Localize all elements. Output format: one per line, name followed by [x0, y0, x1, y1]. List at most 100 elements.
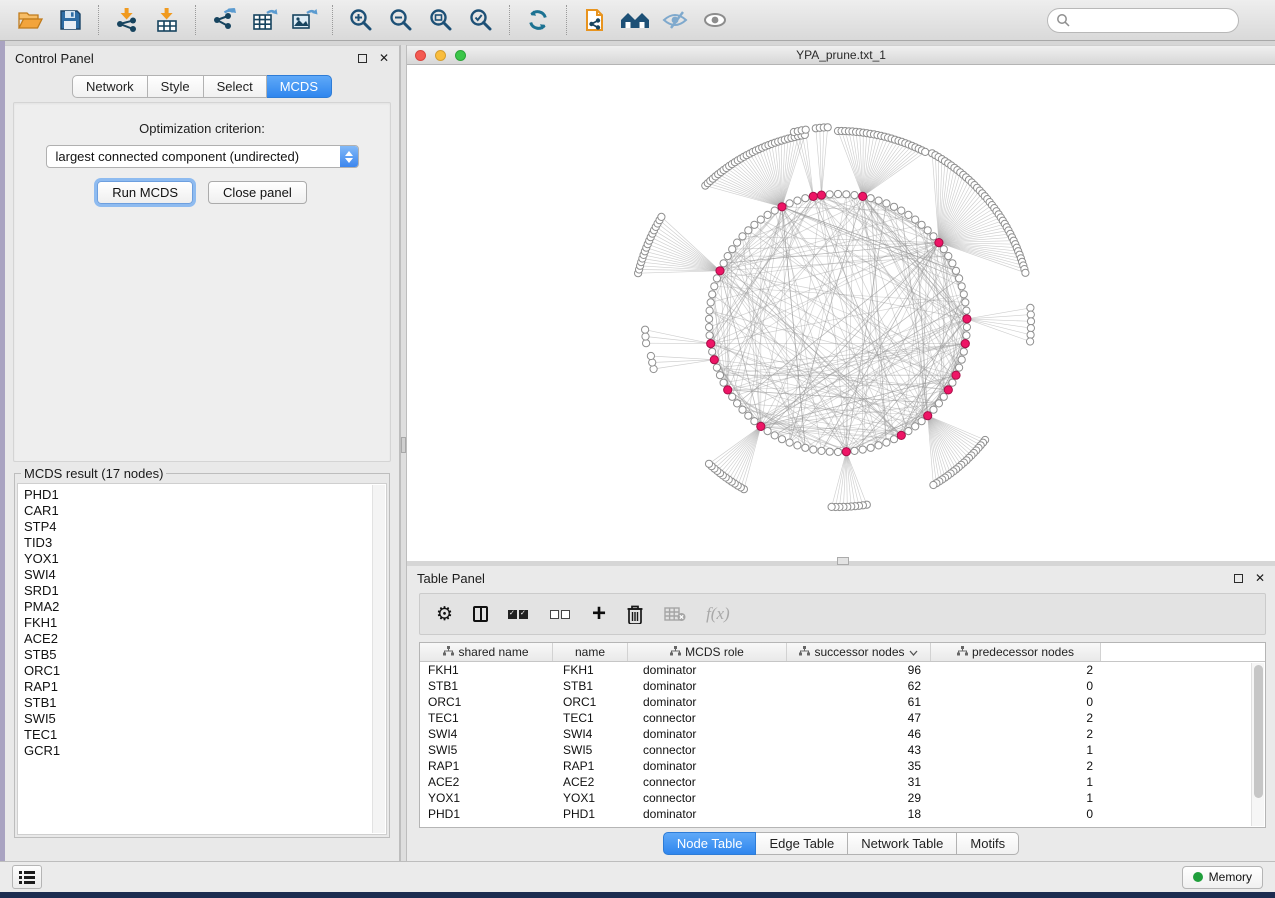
table-cell[interactable]: dominator	[628, 694, 787, 710]
deselect-all-button[interactable]	[550, 601, 572, 627]
mcds-result-item[interactable]: SWI5	[24, 711, 386, 727]
zoom-selected-button[interactable]	[461, 3, 501, 37]
scrollbar-thumb[interactable]	[1254, 665, 1263, 798]
clone-network-button[interactable]	[575, 3, 615, 37]
table-row[interactable]: FKH1FKH1dominator962	[420, 662, 1265, 678]
tab-network[interactable]: Network	[72, 75, 148, 98]
mcds-result-item[interactable]: ORC1	[24, 663, 386, 679]
delete-column-button[interactable]	[626, 601, 644, 627]
window-maximize-icon[interactable]	[455, 50, 466, 61]
table-cell[interactable]: dominator	[628, 758, 787, 774]
table-cell[interactable]: 1	[931, 742, 1101, 758]
column-header-name[interactable]: name	[553, 643, 628, 661]
table-cell[interactable]: RAP1	[420, 758, 553, 774]
table-cell[interactable]: 46	[787, 726, 931, 742]
table-row[interactable]: YOX1YOX1connector291	[420, 790, 1265, 806]
mcds-result-item[interactable]: STB1	[24, 695, 386, 711]
table-cell[interactable]: 0	[931, 806, 1101, 822]
mcds-result-item[interactable]: RAP1	[24, 679, 386, 695]
zoom-in-button[interactable]	[341, 3, 381, 37]
table-cell[interactable]: 2	[931, 758, 1101, 774]
mcds-result-item[interactable]: TEC1	[24, 727, 386, 743]
delete-table-button[interactable]	[664, 601, 686, 627]
network-canvas[interactable]	[407, 65, 1275, 561]
tab-select[interactable]: Select	[204, 75, 267, 98]
table-cell[interactable]: ACE2	[553, 774, 628, 790]
mcds-result-item[interactable]: PHD1	[24, 487, 386, 503]
close-panel-icon[interactable]: ✕	[1255, 571, 1265, 585]
table-cell[interactable]: STB1	[553, 678, 628, 694]
table-cell[interactable]: FKH1	[420, 662, 553, 678]
table-cell[interactable]: dominator	[628, 806, 787, 822]
table-row[interactable]: SWI5SWI5connector431	[420, 742, 1265, 758]
list-scrollbar[interactable]	[372, 485, 385, 833]
zoom-fit-button[interactable]	[421, 3, 461, 37]
window-close-icon[interactable]	[415, 50, 426, 61]
table-row[interactable]: RAP1RAP1dominator352	[420, 758, 1265, 774]
column-header-MCDS-role[interactable]: MCDS role	[628, 643, 787, 661]
tab-edge-table[interactable]: Edge Table	[756, 832, 848, 855]
table-cell[interactable]: 29	[787, 790, 931, 806]
select-all-button[interactable]	[508, 601, 530, 627]
mcds-result-list[interactable]: PHD1CAR1STP4TID3YOX1SWI4SRD1PMA2FKH1ACE2…	[17, 483, 387, 835]
table-scrollbar[interactable]	[1251, 663, 1264, 826]
column-header-successor-nodes[interactable]: successor nodes	[787, 643, 931, 661]
table-cell[interactable]: 1	[931, 774, 1101, 790]
table-cell[interactable]: TEC1	[420, 710, 553, 726]
table-cell[interactable]: 31	[787, 774, 931, 790]
mcds-result-item[interactable]: STB5	[24, 647, 386, 663]
table-cell[interactable]: STB1	[420, 678, 553, 694]
table-cell[interactable]: YOX1	[553, 790, 628, 806]
tab-network-table[interactable]: Network Table	[848, 832, 957, 855]
table-cell[interactable]: SWI4	[553, 726, 628, 742]
show-all-button[interactable]	[695, 3, 735, 37]
run-mcds-button[interactable]: Run MCDS	[97, 181, 193, 204]
table-cell[interactable]: connector	[628, 710, 787, 726]
window-minimize-icon[interactable]	[435, 50, 446, 61]
memory-button[interactable]: Memory	[1182, 866, 1263, 889]
table-cell[interactable]: 0	[931, 678, 1101, 694]
table-cell[interactable]: 43	[787, 742, 931, 758]
table-cell[interactable]: 18	[787, 806, 931, 822]
table-row[interactable]: STB1STB1dominator620	[420, 678, 1265, 694]
nested-networks-button[interactable]	[615, 3, 655, 37]
tab-node-table[interactable]: Node Table	[663, 832, 757, 855]
table-cell[interactable]: 96	[787, 662, 931, 678]
table-cell[interactable]: 47	[787, 710, 931, 726]
table-row[interactable]: PHD1PHD1dominator180	[420, 806, 1265, 822]
export-image-button[interactable]	[284, 3, 324, 37]
table-cell[interactable]: connector	[628, 774, 787, 790]
search-input[interactable]	[1071, 13, 1238, 27]
table-cell[interactable]: 2	[931, 662, 1101, 678]
table-row[interactable]: ORC1ORC1dominator610	[420, 694, 1265, 710]
mcds-result-item[interactable]: TID3	[24, 535, 386, 551]
table-cell[interactable]: ORC1	[553, 694, 628, 710]
tab-style[interactable]: Style	[148, 75, 204, 98]
table-row[interactable]: ACE2ACE2connector311	[420, 774, 1265, 790]
refresh-button[interactable]	[518, 3, 558, 37]
mcds-result-item[interactable]: SWI4	[24, 567, 386, 583]
mcds-result-item[interactable]: ACE2	[24, 631, 386, 647]
hide-selected-button[interactable]	[655, 3, 695, 37]
table-cell[interactable]: 2	[931, 726, 1101, 742]
optimization-criterion-select[interactable]: largest connected component (undirected)	[46, 145, 359, 168]
mcds-result-item[interactable]: PMA2	[24, 599, 386, 615]
table-cell[interactable]: 35	[787, 758, 931, 774]
vertical-splitter[interactable]	[400, 45, 407, 862]
task-history-button[interactable]	[12, 865, 42, 889]
float-panel-icon[interactable]	[358, 54, 367, 63]
save-button[interactable]	[50, 3, 90, 37]
table-cell[interactable]: SWI5	[420, 742, 553, 758]
table-settings-button[interactable]: ⚙	[436, 601, 453, 627]
splitter-grip[interactable]	[401, 437, 406, 453]
function-builder-button[interactable]: f(x)	[706, 601, 730, 627]
column-header-predecessor-nodes[interactable]: predecessor nodes	[931, 643, 1101, 661]
close-panel-button[interactable]: Close panel	[208, 181, 307, 204]
splitter-grip[interactable]	[837, 557, 849, 565]
table-cell[interactable]: 62	[787, 678, 931, 694]
table-cell[interactable]: TEC1	[553, 710, 628, 726]
zoom-out-button[interactable]	[381, 3, 421, 37]
mcds-result-item[interactable]: YOX1	[24, 551, 386, 567]
export-network-button[interactable]	[204, 3, 244, 37]
table-cell[interactable]: connector	[628, 790, 787, 806]
